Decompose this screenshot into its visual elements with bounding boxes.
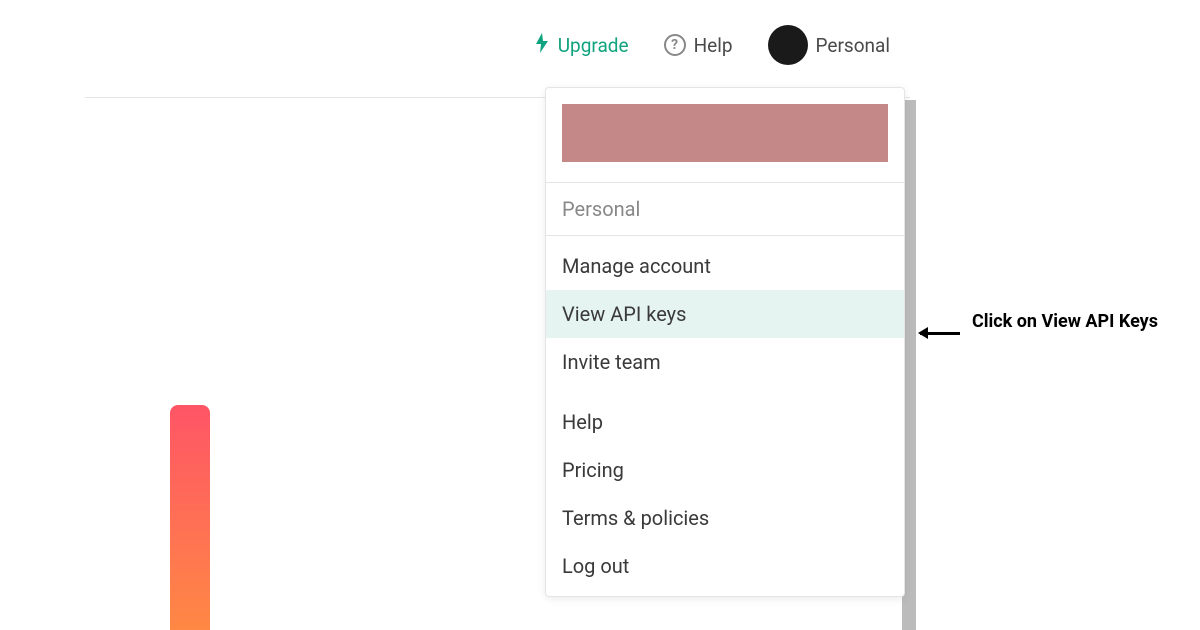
- top-nav: Upgrade ? Help Personal: [0, 25, 1200, 65]
- gradient-decoration: [170, 405, 210, 630]
- menu-item-view-api-keys[interactable]: View API keys: [546, 290, 904, 338]
- question-icon: ?: [664, 34, 686, 56]
- arrow-icon: [920, 332, 960, 335]
- menu-section-account: Manage account View API keys Invite team: [546, 236, 904, 392]
- annotation-label: Click on View API Keys: [960, 310, 1170, 333]
- help-button[interactable]: ? Help: [664, 34, 733, 57]
- account-button[interactable]: Personal: [768, 25, 890, 65]
- annotation-arrow: [920, 332, 960, 335]
- account-label: Personal: [816, 34, 890, 57]
- menu-item-logout[interactable]: Log out: [546, 542, 904, 590]
- account-dropdown: Personal Manage account View API keys In…: [545, 87, 905, 597]
- menu-item-terms[interactable]: Terms & policies: [546, 494, 904, 542]
- menu-item-invite-team[interactable]: Invite team: [546, 338, 904, 386]
- menu-item-help[interactable]: Help: [546, 398, 904, 446]
- help-label: Help: [694, 34, 733, 57]
- avatar: [768, 25, 808, 65]
- lightning-icon: [534, 33, 550, 58]
- org-label: Personal: [546, 183, 904, 235]
- menu-item-manage-account[interactable]: Manage account: [546, 242, 904, 290]
- menu-item-pricing[interactable]: Pricing: [546, 446, 904, 494]
- menu-section-support: Help Pricing Terms & policies Log out: [546, 392, 904, 596]
- upgrade-label: Upgrade: [558, 34, 629, 57]
- upgrade-button[interactable]: Upgrade: [534, 33, 629, 58]
- redacted-user-info: [562, 104, 888, 162]
